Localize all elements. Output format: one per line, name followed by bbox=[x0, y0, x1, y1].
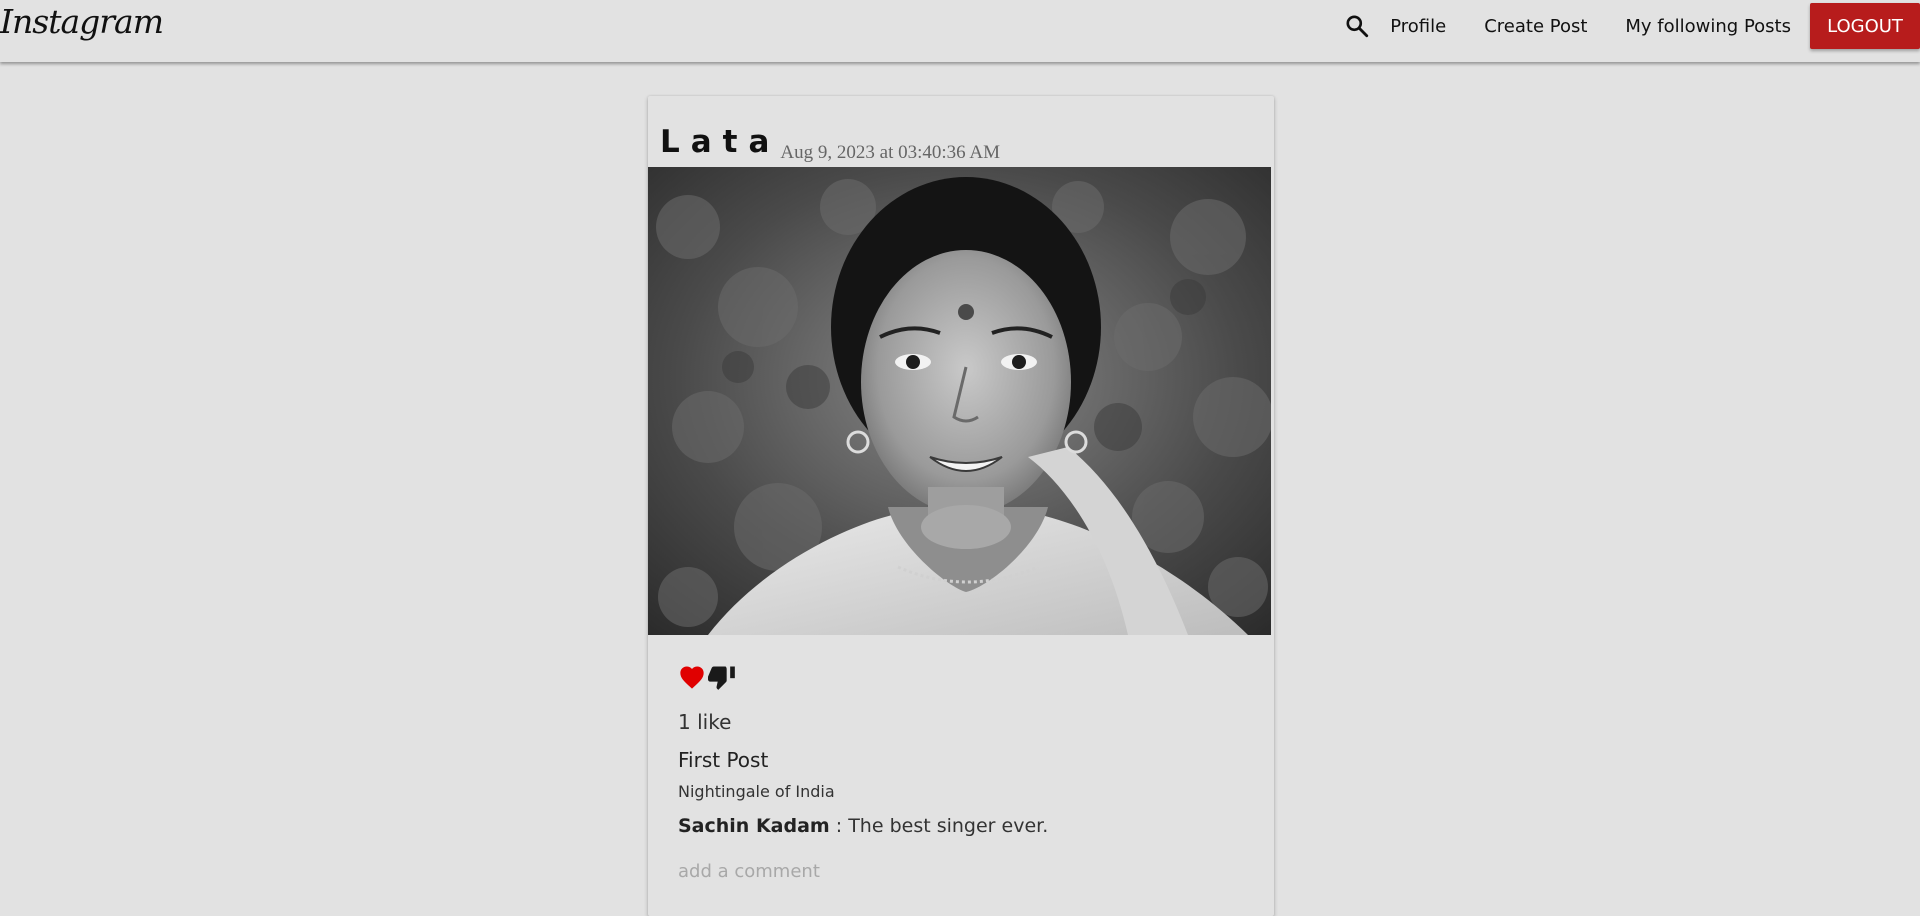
post-date: Aug 9, 2023 at 03:40:36 AM bbox=[780, 142, 1000, 163]
post-reactions bbox=[678, 662, 1238, 692]
nav-link-profile[interactable]: Profile bbox=[1390, 16, 1446, 37]
post-content: 1 like First Post Nightingale of India S… bbox=[678, 662, 1238, 882]
brand-logo[interactable]: Instagram bbox=[0, 2, 164, 41]
likes-count: 1 like bbox=[678, 710, 732, 734]
comment-author[interactable]: Sachin Kadam bbox=[678, 815, 830, 837]
nav-link-create-post[interactable]: Create Post bbox=[1484, 16, 1587, 37]
thumbs-down-icon[interactable] bbox=[708, 664, 736, 690]
heart-icon[interactable] bbox=[678, 664, 706, 690]
post-card: Lata Aug 9, 2023 at 03:40:36 AM 1 like F… bbox=[648, 96, 1274, 916]
post-body: Nightingale of India bbox=[678, 782, 835, 801]
comment: Sachin Kadam : The best singer ever. bbox=[678, 815, 1238, 837]
post-header: Lata Aug 9, 2023 at 03:40:36 AM bbox=[660, 108, 1000, 163]
portrait-photo bbox=[648, 167, 1271, 635]
comment-text: : The best singer ever. bbox=[829, 815, 1049, 837]
post-image bbox=[648, 167, 1271, 635]
search-icon[interactable] bbox=[1344, 13, 1370, 39]
nav-link-following-posts[interactable]: My following Posts bbox=[1625, 16, 1791, 37]
post-author[interactable]: Lata bbox=[660, 126, 780, 158]
add-comment-input[interactable] bbox=[678, 861, 1238, 882]
post-title: First Post bbox=[678, 748, 769, 772]
top-navbar: Instagram Profile Create Post My followi… bbox=[0, 0, 1920, 62]
logout-button[interactable]: LOGOUT bbox=[1810, 3, 1920, 49]
nav-actions: Profile Create Post My following Posts L… bbox=[1344, 0, 1920, 52]
